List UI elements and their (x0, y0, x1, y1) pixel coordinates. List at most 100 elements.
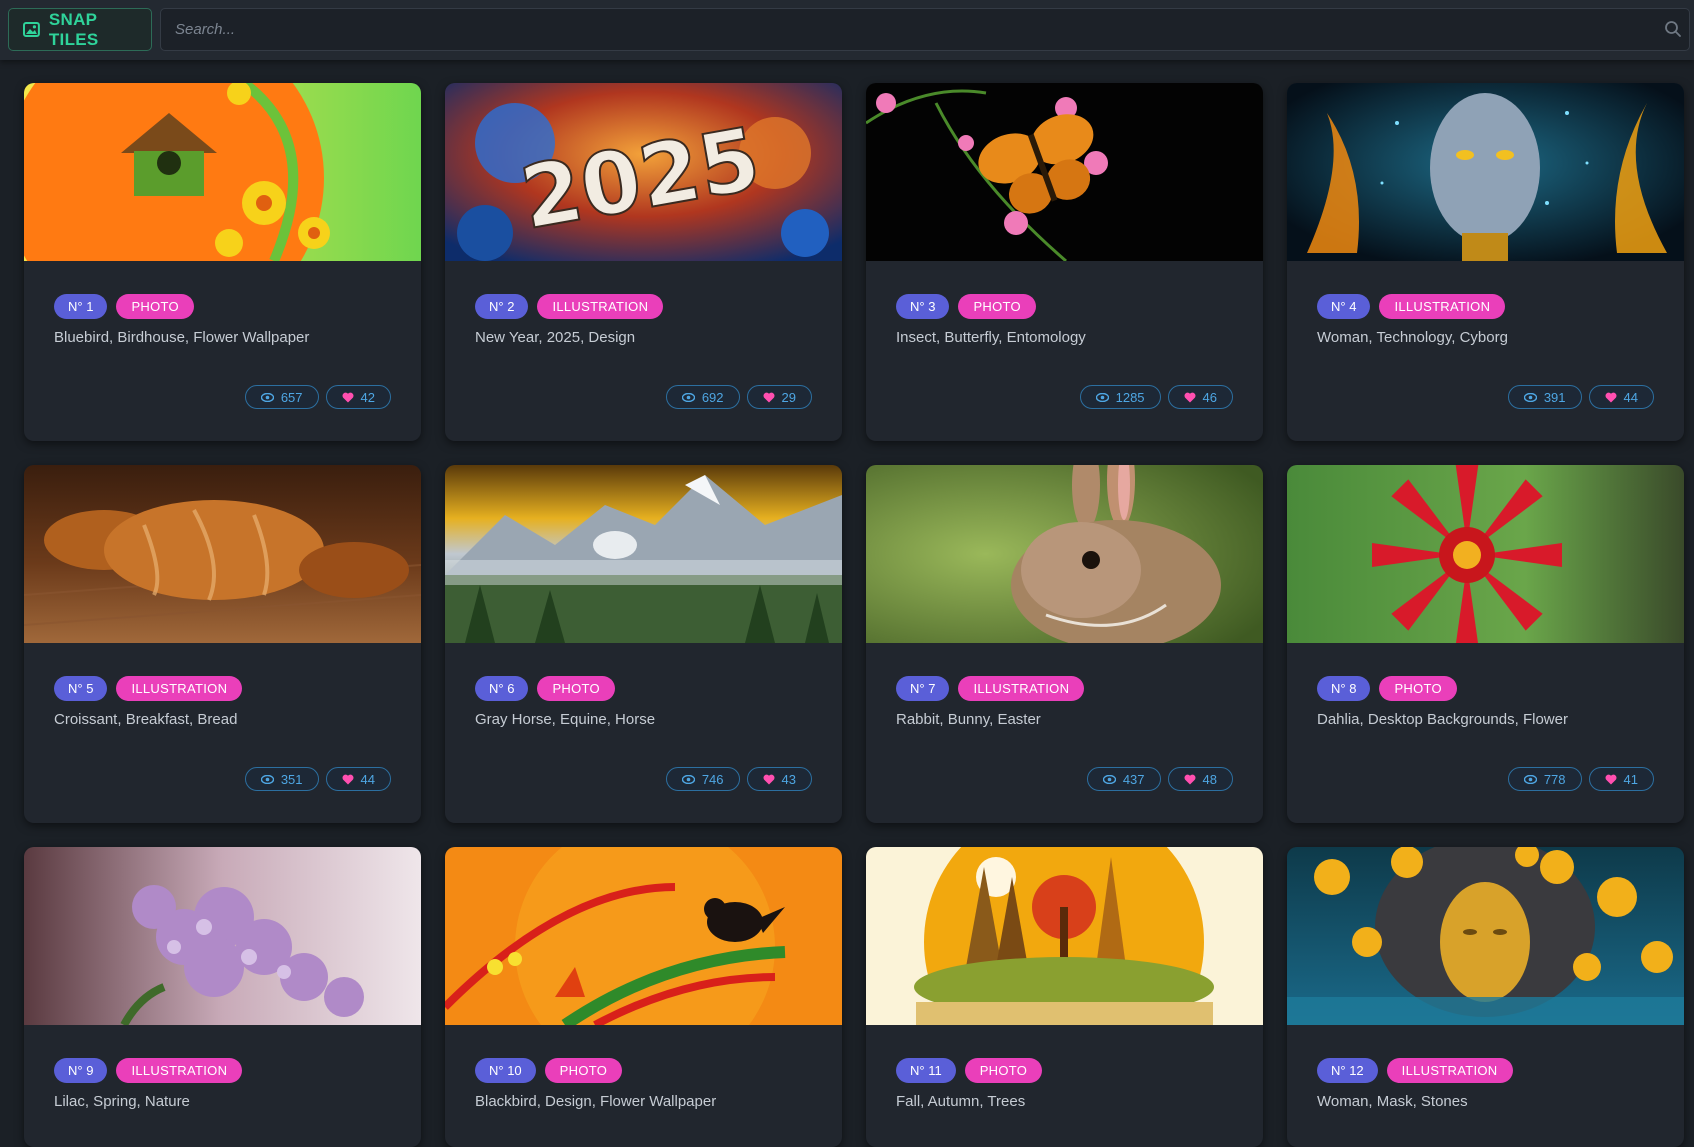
card-image-rabbit[interactable] (866, 465, 1263, 643)
views-counter: 391 (1507, 385, 1582, 409)
card-number-badge: N° 7 (896, 676, 950, 701)
likes-count: 44 (1623, 389, 1638, 405)
likes-count: 44 (360, 771, 375, 787)
views-count: 657 (280, 389, 303, 405)
views-count: 437 (1122, 771, 1145, 787)
heart-icon (1605, 774, 1617, 784)
likes-count: 41 (1623, 771, 1638, 787)
card-number-badge: N° 5 (54, 676, 108, 701)
card-type-badge[interactable]: ILLUSTRATION (1379, 294, 1506, 319)
card-number-badge: N° 4 (1317, 294, 1371, 319)
like-button[interactable]: 48 (1167, 767, 1233, 791)
image-card[interactable]: N° 1 PHOTO Bluebird, Birdhouse, Flower W… (24, 83, 421, 441)
search-input[interactable] (160, 8, 1690, 51)
likes-count: 43 (781, 771, 796, 787)
like-button[interactable]: 44 (325, 767, 391, 791)
image-card[interactable]: N° 12 ILLUSTRATION Woman, Mask, Stones (1287, 847, 1684, 1147)
eye-icon (1523, 774, 1537, 784)
card-tags: Fall, Autumn, Trees (896, 1093, 1026, 1110)
heart-icon (1605, 392, 1617, 402)
card-tags: Bluebird, Birdhouse, Flower Wallpaper (54, 329, 310, 346)
views-count: 1285 (1115, 389, 1145, 405)
card-type-badge[interactable]: PHOTO (544, 1058, 623, 1083)
search-icon[interactable] (1664, 20, 1682, 38)
card-image-butterfly[interactable] (866, 83, 1263, 261)
card-type-badge[interactable]: ILLUSTRATION (958, 676, 1085, 701)
like-button[interactable]: 42 (325, 385, 391, 409)
card-tags: Croissant, Breakfast, Bread (54, 711, 238, 728)
card-image-new-year-2025[interactable]: 2025 (445, 83, 842, 261)
image-grid: N° 1 PHOTO Bluebird, Birdhouse, Flower W… (24, 83, 1684, 1147)
views-count: 351 (280, 771, 303, 787)
card-type-badge[interactable]: ILLUSTRATION (116, 1058, 243, 1083)
card-image-birdhouse[interactable] (24, 83, 421, 261)
card-image-croissant[interactable] (24, 465, 421, 643)
image-card[interactable]: 2025 N° 2 ILLUSTRATION New Year, 2025, D… (445, 83, 842, 441)
eye-icon (681, 392, 695, 402)
card-tags: Rabbit, Bunny, Easter (896, 711, 1041, 728)
image-card[interactable]: N° 3 PHOTO Insect, Butterfly, Entomology… (866, 83, 1263, 441)
card-image-cyborg-woman[interactable] (1287, 83, 1684, 261)
card-type-badge[interactable]: PHOTO (958, 294, 1036, 319)
views-counter: 746 (665, 767, 740, 791)
card-tags: New Year, 2025, Design (475, 329, 636, 346)
views-count: 746 (701, 771, 724, 787)
like-button[interactable]: 41 (1588, 767, 1654, 791)
card-type-badge[interactable]: PHOTO (964, 1058, 1043, 1083)
card-number-badge: N° 12 (1317, 1058, 1378, 1083)
views-counter: 1285 (1079, 385, 1161, 409)
card-type-badge[interactable]: ILLUSTRATION (537, 294, 664, 319)
views-count: 692 (701, 389, 724, 405)
card-image-gray-horse[interactable] (445, 465, 842, 643)
like-button[interactable]: 46 (1167, 385, 1233, 409)
image-card[interactable]: N° 6 PHOTO Gray Horse, Equine, Horse 746… (445, 465, 842, 823)
card-number-badge: N° 6 (475, 676, 529, 701)
likes-count: 46 (1202, 389, 1217, 405)
app-logo-button[interactable]: SNAP TILES (8, 8, 152, 51)
card-tags: Lilac, Spring, Nature (54, 1093, 190, 1110)
views-counter: 437 (1086, 767, 1161, 791)
card-image-dahlia[interactable] (1287, 465, 1684, 643)
card-tags: Insect, Butterfly, Entomology (896, 329, 1086, 346)
card-tags: Dahlia, Desktop Backgrounds, Flower (1317, 711, 1568, 728)
views-counter: 778 (1507, 767, 1582, 791)
card-tags: Woman, Mask, Stones (1317, 1093, 1468, 1110)
like-button[interactable]: 29 (746, 385, 812, 409)
image-card[interactable]: N° 8 PHOTO Dahlia, Desktop Backgrounds, … (1287, 465, 1684, 823)
card-image-autumn-trees[interactable] (866, 847, 1263, 1025)
card-image-lilac[interactable] (24, 847, 421, 1025)
image-card[interactable]: N° 5 ILLUSTRATION Croissant, Breakfast, … (24, 465, 421, 823)
card-number-badge: N° 2 (475, 294, 529, 319)
card-number-badge: N° 10 (475, 1058, 536, 1083)
card-type-badge[interactable]: PHOTO (537, 676, 615, 701)
eye-icon (260, 774, 274, 784)
card-number-badge: N° 3 (896, 294, 950, 319)
card-image-mask-stones[interactable] (1287, 847, 1684, 1025)
views-counter: 657 (244, 385, 319, 409)
card-number-badge: N° 11 (896, 1058, 956, 1083)
image-icon (23, 22, 40, 37)
views-count: 391 (1543, 389, 1566, 405)
views-count: 778 (1543, 771, 1566, 787)
card-type-badge[interactable]: PHOTO (116, 294, 194, 319)
image-card[interactable]: N° 10 PHOTO Blackbird, Design, Flower Wa… (445, 847, 842, 1147)
card-type-badge[interactable]: PHOTO (1379, 676, 1457, 701)
likes-count: 42 (360, 389, 375, 405)
card-number-badge: N° 1 (54, 294, 108, 319)
like-button[interactable]: 44 (1588, 385, 1654, 409)
image-card[interactable]: N° 4 ILLUSTRATION Woman, Technology, Cyb… (1287, 83, 1684, 441)
heart-icon (342, 774, 354, 784)
eye-icon (1523, 392, 1537, 402)
card-number-badge: N° 8 (1317, 676, 1371, 701)
image-card[interactable]: N° 7 ILLUSTRATION Rabbit, Bunny, Easter … (866, 465, 1263, 823)
card-image-blackbird[interactable] (445, 847, 842, 1025)
image-card[interactable]: N° 9 ILLUSTRATION Lilac, Spring, Nature (24, 847, 421, 1147)
card-type-badge[interactable]: ILLUSTRATION (116, 676, 243, 701)
heart-icon (763, 392, 775, 402)
card-type-badge[interactable]: ILLUSTRATION (1386, 1058, 1513, 1083)
heart-icon (1184, 392, 1196, 402)
image-card[interactable]: N° 11 PHOTO Fall, Autumn, Trees (866, 847, 1263, 1147)
eye-icon (1095, 392, 1109, 402)
like-button[interactable]: 43 (746, 767, 812, 791)
card-tags: Blackbird, Design, Flower Wallpaper (475, 1093, 717, 1110)
